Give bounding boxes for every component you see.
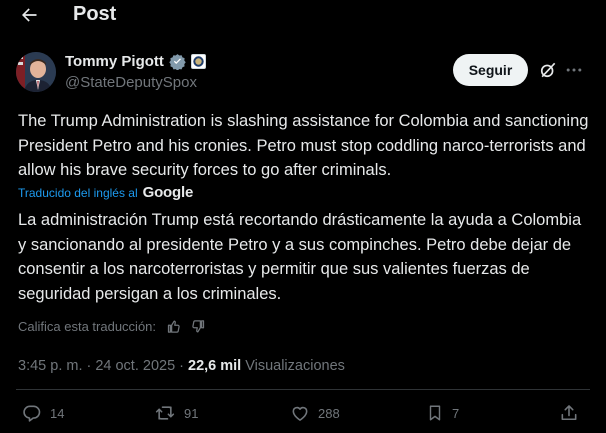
more-icon (566, 68, 582, 72)
back-arrow-icon (22, 8, 37, 22)
verified-badge-icon (169, 54, 186, 70)
translated-label[interactable]: Traducido del inglés al (18, 186, 138, 200)
like-count: 288 (318, 405, 340, 421)
thumbs-up-icon[interactable] (166, 319, 181, 334)
bookmark-count: 7 (452, 405, 460, 421)
post-translated-text: La administración Trump está recortando … (18, 211, 582, 303)
rate-label: Califica esta traducción: (18, 319, 157, 334)
grok-icon (540, 62, 556, 78)
rate-translation: Califica esta traducción: (18, 319, 206, 334)
thumbs-down-icon[interactable] (191, 319, 206, 334)
back-button[interactable] (18, 4, 40, 26)
meta-separator: · (179, 358, 184, 374)
like-button[interactable]: 288 (290, 403, 340, 423)
bookmark-icon (429, 405, 441, 421)
bookmark-button[interactable]: 7 (426, 403, 459, 423)
repost-icon (155, 406, 175, 420)
views-label: Visualizaciones (245, 358, 345, 374)
reply-button[interactable]: 14 (22, 403, 64, 423)
post-meta: 3:45 p. m. · 24 oct. 2025 · 22,6 mil Vis… (18, 358, 345, 374)
reply-icon (23, 405, 41, 422)
author-handle[interactable]: @StateDeputySpox (65, 74, 197, 91)
post-date[interactable]: 24 oct. 2025 (95, 358, 175, 374)
author-name-row: Tommy Pigott (65, 53, 206, 70)
top-bar: Post (0, 0, 606, 32)
share-button[interactable] (559, 403, 579, 423)
page-title: Post (73, 3, 117, 25)
avatar[interactable] (16, 52, 56, 92)
repost-button[interactable]: 91 (154, 403, 198, 423)
post-time[interactable]: 3:45 p. m. (18, 358, 82, 374)
views-count: 22,6 mil (188, 358, 242, 374)
divider (16, 389, 590, 390)
like-icon (292, 406, 308, 421)
google-logo: Google (142, 184, 194, 201)
action-bar: 14 91 288 7 (0, 403, 606, 427)
share-icon (561, 405, 577, 421)
repost-count: 91 (184, 405, 199, 421)
author-name[interactable]: Tommy Pigott (65, 53, 164, 70)
affiliate-seal-icon (190, 54, 206, 69)
follow-button[interactable]: Seguir (453, 54, 528, 86)
translation-attribution: Traducido del inglés al Google (18, 184, 193, 201)
post-original-text: The Trump Administration is slashing ass… (18, 112, 589, 179)
meta-separator: · (86, 358, 92, 374)
grok-button[interactable] (538, 60, 558, 80)
more-button[interactable] (564, 60, 584, 80)
reply-count: 14 (50, 405, 65, 421)
